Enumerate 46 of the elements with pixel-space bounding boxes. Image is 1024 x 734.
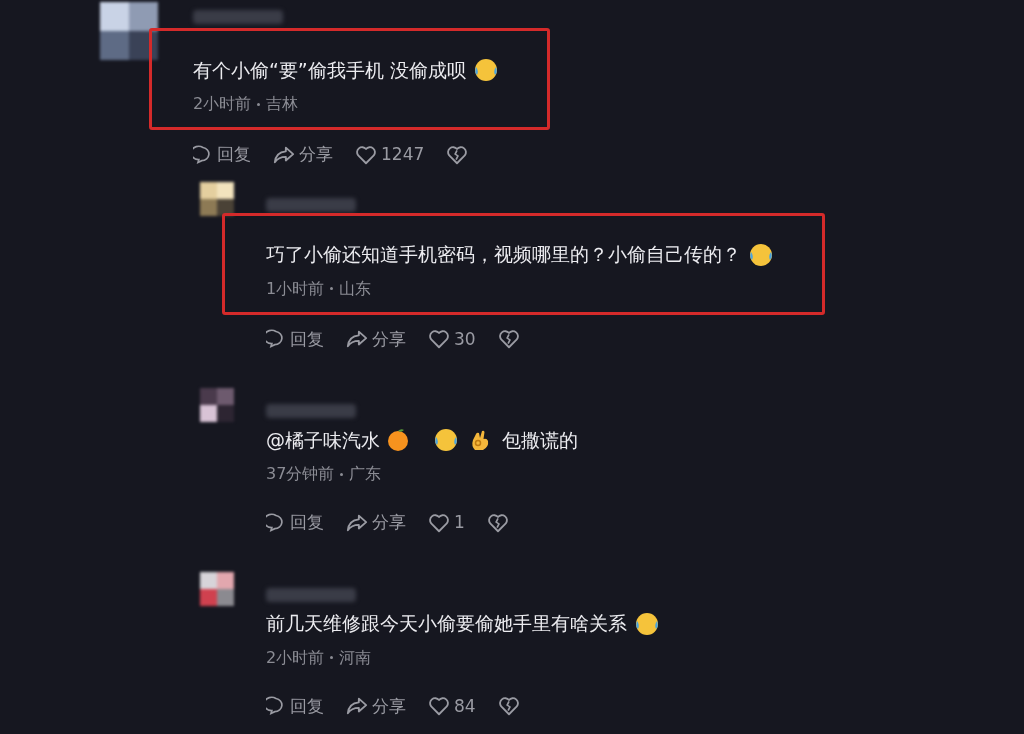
reply-button[interactable]: 回复	[266, 326, 324, 352]
comment-location: 吉林	[266, 93, 299, 115]
broken-heart-icon[interactable]	[486, 511, 509, 534]
comment-location: 广东	[349, 463, 382, 485]
blurred-avatar[interactable]	[100, 2, 158, 60]
heart-icon	[428, 695, 450, 718]
share-button[interactable]: 分享	[346, 693, 406, 719]
broken-heart-icon[interactable]	[446, 143, 469, 166]
emoji-icon	[635, 611, 659, 636]
comment-time: 2小时前	[193, 93, 252, 115]
like-button[interactable]: 30	[428, 326, 476, 352]
emoji-icon	[473, 58, 498, 82]
heart-icon	[428, 511, 450, 534]
comment-icon	[266, 696, 286, 717]
like-button[interactable]: 1	[428, 510, 465, 536]
reply-button[interactable]: 回复	[193, 142, 251, 168]
broken-heart-icon[interactable]	[497, 695, 520, 718]
comment-text: 包撒谎的	[502, 427, 578, 453]
reply-button[interactable]: 回复	[266, 510, 324, 536]
comment-location: 山东	[339, 277, 372, 300]
share-button[interactable]: 分享	[273, 142, 333, 168]
emoji-icon	[749, 242, 773, 267]
share-button[interactable]: 分享	[346, 510, 406, 536]
broken-heart-icon[interactable]	[497, 328, 520, 351]
comment-icon	[266, 512, 286, 533]
heart-icon	[355, 143, 377, 166]
share-button[interactable]: 分享	[346, 326, 406, 352]
blurred-avatar[interactable]	[200, 181, 234, 216]
emoji-icon	[434, 428, 458, 452]
like-button[interactable]: 1247	[355, 142, 425, 168]
comment-time: 1小时前	[266, 277, 325, 300]
mention-link[interactable]: @橘子味汽水	[266, 425, 380, 455]
comment-icon	[193, 144, 213, 165]
comment-time: 37分钟前	[266, 463, 335, 485]
heart-icon	[428, 328, 450, 351]
comment-text: 有个小偷“要”偷我手机 没偷成呗	[193, 57, 466, 83]
comment-text: 前几天维修跟今天小偷要偷她手里有啥关系	[266, 611, 627, 637]
blurred-avatar[interactable]	[200, 388, 234, 422]
blurred-avatar[interactable]	[200, 571, 234, 606]
comment-time: 2小时前	[266, 646, 325, 669]
comment-icon	[266, 329, 286, 350]
comment-text: 巧了小偷还知道手机密码，视频哪里的？小偷自己传的？	[266, 242, 741, 268]
like-button[interactable]: 84	[428, 693, 476, 719]
reply-button[interactable]: 回复	[266, 693, 324, 719]
comment-location: 河南	[339, 646, 372, 669]
fruit-icon	[386, 428, 410, 452]
